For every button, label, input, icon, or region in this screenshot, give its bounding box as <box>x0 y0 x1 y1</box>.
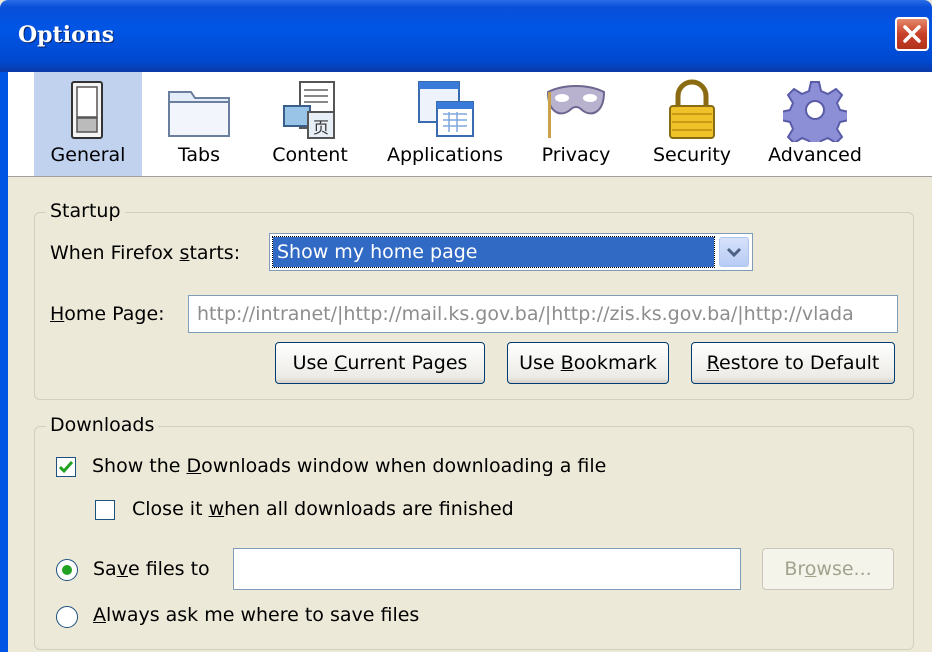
home-page-label: Home Page: <box>50 303 165 325</box>
save-files-to-radio[interactable] <box>56 559 78 581</box>
tab-tabs-label: Tabs <box>177 144 221 166</box>
tab-security[interactable]: Security <box>638 72 746 176</box>
pane-toolbar: General Tabs 页 Content Applications Priv… <box>8 72 932 177</box>
title-bar: Options <box>0 0 932 72</box>
general-switch-icon <box>71 81 103 139</box>
window-title: Options <box>18 22 115 48</box>
always-ask-label: Always ask me where to save files <box>93 604 420 626</box>
radio-selected-dot <box>62 565 72 575</box>
browse-button[interactable]: Browse... <box>762 548 894 590</box>
show-downloads-checkbox[interactable] <box>56 457 76 477</box>
security-lock-icon <box>669 79 715 139</box>
when-firefox-starts-value: Show my home page <box>272 236 715 268</box>
advanced-gear-icon <box>783 81 847 142</box>
when-firefox-starts-label: When Firefox starts: <box>50 242 241 264</box>
home-page-input[interactable]: http://intranet/|http://mail.ks.gov.ba/|… <box>188 295 898 333</box>
tab-applications-label: Applications <box>386 144 504 166</box>
tab-general-label: General <box>50 144 126 166</box>
save-files-to-label: Save files to <box>93 558 210 580</box>
save-files-path-input[interactable] <box>233 548 741 590</box>
close-when-finished-label: Close it when all downloads are finished <box>132 498 514 520</box>
tab-privacy[interactable]: Privacy <box>528 72 624 176</box>
downloads-legend: Downloads <box>46 414 159 436</box>
restore-to-default-button[interactable]: Restore to Default <box>691 342 895 384</box>
startup-legend: Startup <box>46 200 125 222</box>
tab-tabs[interactable]: Tabs <box>154 72 244 176</box>
tabs-folder-icon <box>168 91 230 137</box>
use-current-pages-button[interactable]: Use Current Pages <box>275 342 485 384</box>
tab-privacy-label: Privacy <box>541 144 611 166</box>
close-when-finished-checkbox[interactable] <box>95 500 115 520</box>
tab-content-label: Content <box>272 144 348 166</box>
tab-applications[interactable]: Applications <box>376 72 514 176</box>
svg-text:页: 页 <box>313 118 329 137</box>
tab-general[interactable]: General <box>34 72 142 176</box>
chevron-down-icon <box>726 247 742 258</box>
always-ask-radio[interactable] <box>56 606 78 628</box>
privacy-mask-icon <box>546 85 606 138</box>
applications-window-icon <box>418 81 474 137</box>
close-icon <box>903 25 921 43</box>
close-button[interactable] <box>895 17 929 51</box>
content-document-icon: 页 <box>283 81 335 139</box>
checkmark-icon <box>58 461 74 474</box>
tab-advanced-label: Advanced <box>768 144 862 166</box>
dropdown-arrow-button[interactable] <box>719 237 749 267</box>
show-downloads-label: Show the Downloads window when downloadi… <box>92 455 607 477</box>
when-firefox-starts-select[interactable]: Show my home page <box>269 233 753 271</box>
tab-advanced[interactable]: Advanced <box>758 72 872 176</box>
tab-content[interactable]: 页 Content <box>258 72 362 176</box>
tab-security-label: Security <box>652 144 732 166</box>
window-frame-left <box>0 72 8 652</box>
use-bookmark-button[interactable]: Use Bookmark <box>507 342 669 384</box>
